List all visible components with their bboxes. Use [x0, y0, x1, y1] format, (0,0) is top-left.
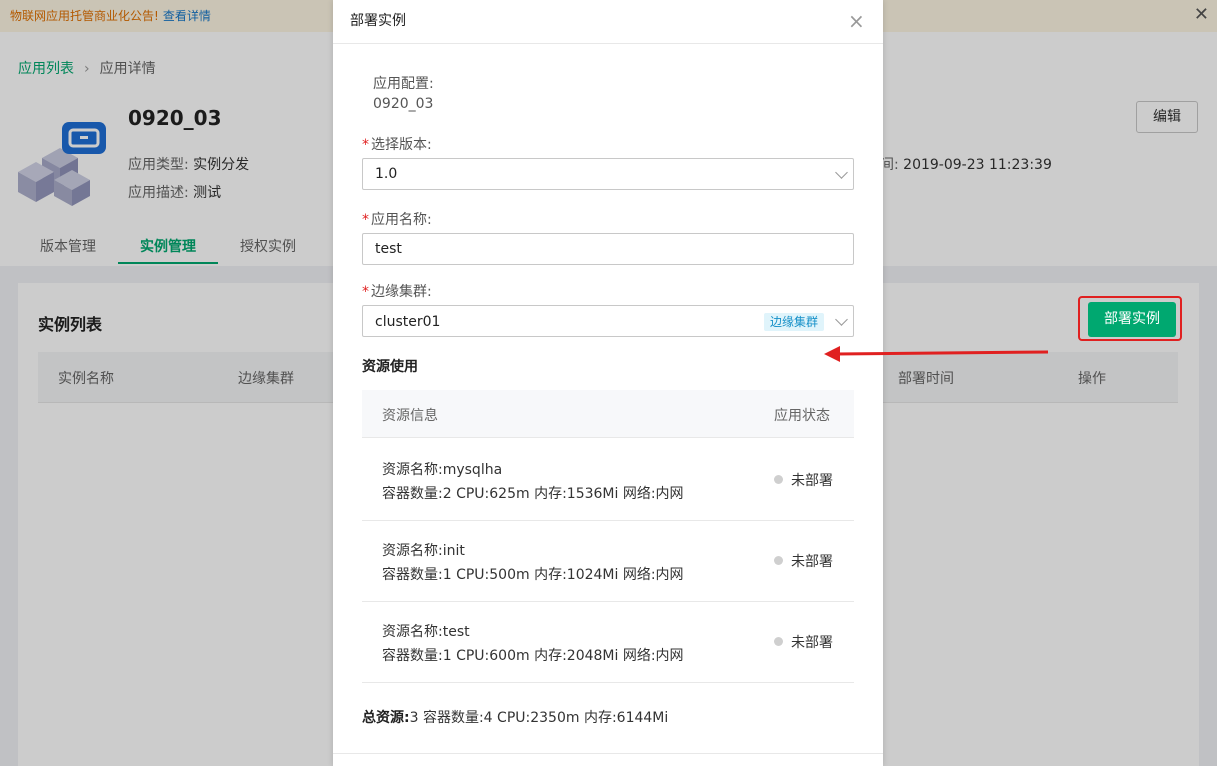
status-dot-icon	[774, 475, 783, 484]
name-label: * 应用名称:	[362, 209, 432, 229]
resource-status: 未部署	[791, 554, 833, 570]
resource-detail: 容器数量:1 CPU:600m 内存:2048Mi 网络:内网	[382, 648, 684, 664]
col-resource-info: 资源信息	[382, 408, 438, 424]
required-mark: *	[362, 212, 369, 228]
version-label-text: 选择版本:	[371, 137, 432, 153]
resource-name: 资源名称:test	[382, 624, 470, 640]
cluster-label: * 边缘集群:	[362, 281, 432, 301]
resource-status: 未部署	[791, 635, 833, 651]
highlight-box	[1078, 296, 1182, 341]
resource-detail: 容器数量:1 CPU:500m 内存:1024Mi 网络:内网	[382, 567, 684, 583]
resource-detail: 容器数量:2 CPU:625m 内存:1536Mi 网络:内网	[382, 486, 684, 502]
cluster-select-value: cluster01	[375, 314, 441, 330]
app-name-input-value: test	[375, 241, 402, 257]
dialog-footer-divider	[333, 753, 883, 754]
cluster-type-tag: 边缘集群	[764, 313, 825, 331]
total-value: 3 容器数量:4 CPU:2350m 内存:6144Mi	[409, 710, 669, 726]
app-name-input[interactable]	[362, 233, 854, 265]
total-label: 总资源:	[362, 710, 410, 726]
name-label-text: 应用名称:	[371, 212, 432, 228]
version-label: * 选择版本:	[362, 134, 432, 154]
resources-title: 资源使用	[362, 359, 418, 375]
total-resources: 总资源:3 容器数量:4 CPU:2350m 内存:6144Mi	[362, 707, 668, 727]
version-select[interactable]	[362, 158, 854, 190]
config-value: 0920_03	[373, 96, 434, 112]
required-mark: *	[362, 284, 369, 300]
resource-status: 未部署	[791, 473, 833, 489]
annotation-arrow-icon	[824, 346, 1049, 362]
cluster-label-text: 边缘集群:	[371, 284, 432, 300]
row-divider	[362, 601, 854, 602]
col-app-status: 应用状态	[774, 408, 830, 424]
resource-name: 资源名称:init	[382, 543, 465, 559]
row-divider	[362, 520, 854, 521]
config-label: 应用配置:	[373, 76, 434, 92]
row-divider	[362, 682, 854, 683]
status-dot-icon	[774, 637, 783, 646]
version-select-value: 1.0	[375, 166, 398, 182]
close-icon[interactable]: ×	[848, 10, 865, 32]
dialog-title: 部署实例	[350, 13, 406, 29]
required-mark: *	[362, 137, 369, 153]
resource-name: 资源名称:mysqlha	[382, 462, 503, 478]
status-dot-icon	[774, 556, 783, 565]
dialog-header	[333, 0, 883, 44]
